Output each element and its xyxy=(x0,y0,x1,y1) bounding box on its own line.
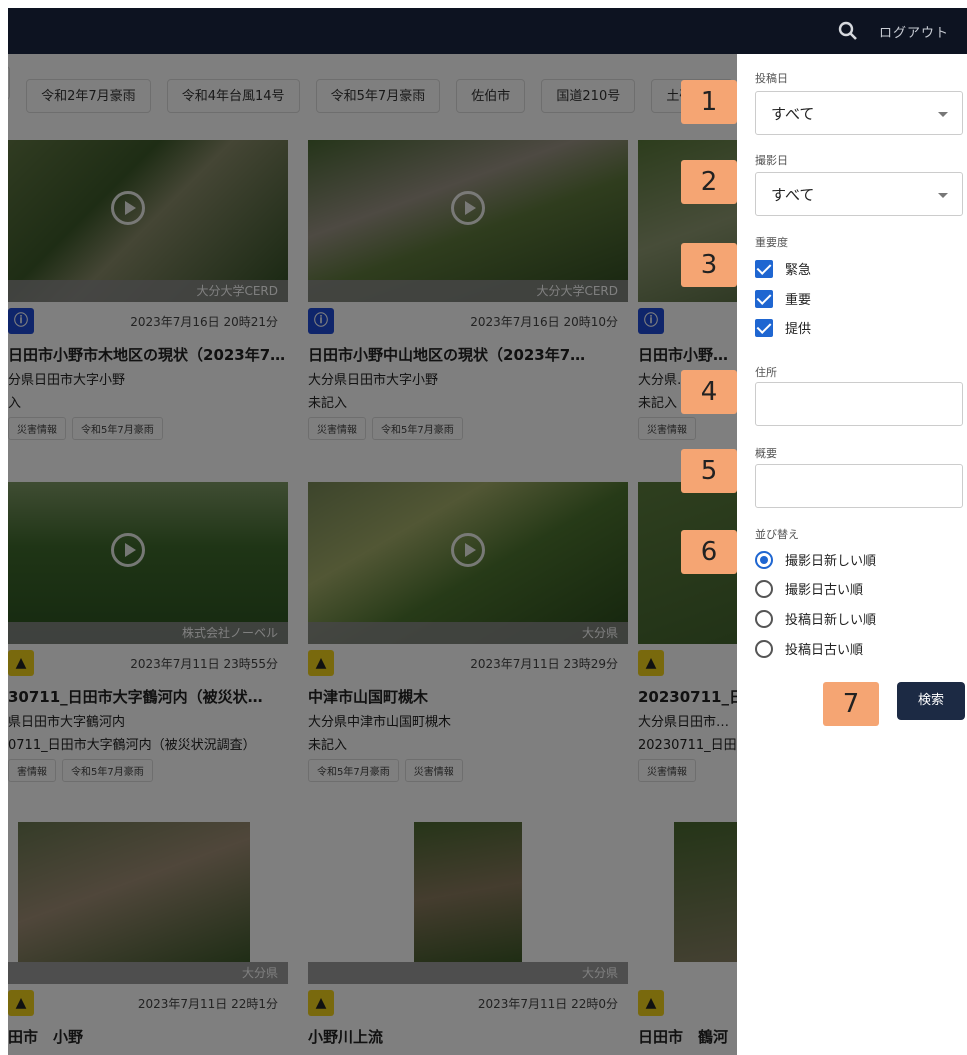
callout-2: 2 xyxy=(681,160,737,204)
top-navigation-bar: ログアウト xyxy=(8,8,967,54)
dim-overlay[interactable] xyxy=(8,54,737,1055)
importance-urgent-checkbox[interactable]: 緊急 xyxy=(755,259,811,278)
post-date-select[interactable]: すべて xyxy=(755,91,963,135)
checkbox-checked-icon[interactable] xyxy=(755,289,773,308)
callout-5: 5 xyxy=(681,449,737,493)
importance-label: 重要度 xyxy=(755,236,788,249)
sort-post-newest-radio[interactable]: 投稿日新しい順 xyxy=(755,609,876,628)
chevron-down-icon xyxy=(938,193,948,198)
callout-3: 3 xyxy=(681,243,737,287)
sort-shoot-oldest-radio[interactable]: 撮影日古い順 xyxy=(755,579,863,598)
post-date-label: 投稿日 xyxy=(755,72,788,85)
importance-important-checkbox[interactable]: 重要 xyxy=(755,289,811,308)
post-date-value: すべて xyxy=(771,105,815,123)
radio-icon[interactable] xyxy=(755,639,773,658)
callout-7: 7 xyxy=(823,682,879,726)
radio-icon[interactable] xyxy=(755,579,773,598)
callout-1: 1 xyxy=(681,80,737,124)
summary-input[interactable] xyxy=(755,464,963,508)
address-input[interactable] xyxy=(755,382,963,426)
importance-provided-checkbox[interactable]: 提供 xyxy=(755,318,811,337)
logout-link[interactable]: ログアウト xyxy=(879,22,949,41)
shoot-date-label: 撮影日 xyxy=(755,154,788,167)
radio-icon[interactable] xyxy=(755,609,773,628)
shoot-date-select[interactable]: すべて xyxy=(755,172,963,216)
shoot-date-value: すべて xyxy=(771,186,815,204)
search-icon[interactable] xyxy=(837,20,859,42)
callout-4: 4 xyxy=(681,370,737,414)
sort-label: 並び替え xyxy=(755,528,799,541)
chevron-down-icon xyxy=(938,112,948,117)
sort-shoot-newest-radio[interactable]: 撮影日新しい順 xyxy=(755,550,876,569)
filter-panel: 投稿日 すべて 撮影日 すべて 重要度 緊急 重要 提供 住所 概要 並び替え … xyxy=(737,54,967,1055)
sort-post-oldest-radio[interactable]: 投稿日古い順 xyxy=(755,639,863,658)
callout-6: 6 xyxy=(681,530,737,574)
address-label: 住所 xyxy=(755,366,777,379)
checkbox-checked-icon[interactable] xyxy=(755,318,773,337)
checkbox-checked-icon[interactable] xyxy=(755,259,773,278)
search-button[interactable]: 検索 xyxy=(897,682,965,720)
summary-label: 概要 xyxy=(755,447,777,460)
radio-selected-icon[interactable] xyxy=(755,550,773,569)
